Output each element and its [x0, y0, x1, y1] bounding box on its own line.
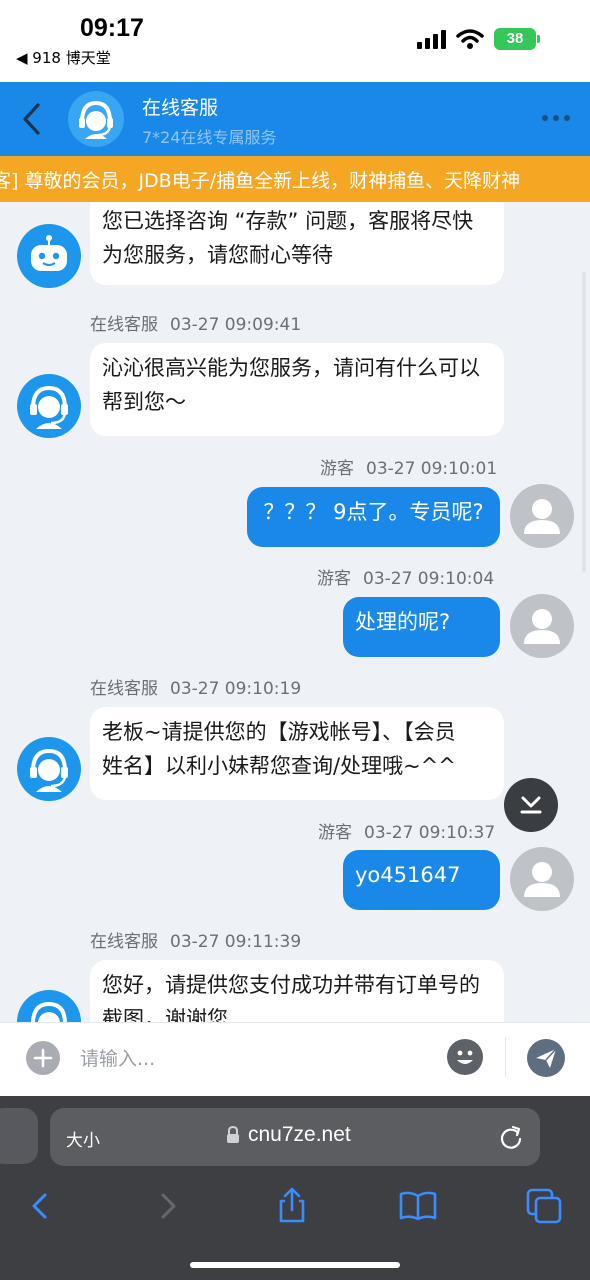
message-text: 姓名】以利小妹帮您查询/处理哦~^^ — [102, 754, 456, 778]
announcement-marquee[interactable]: 客] 尊敬的会员，JDB电子/捕鱼全新上线，财神捕鱼、天降财神 — [0, 156, 590, 202]
plus-icon — [33, 1048, 53, 1068]
message-text: 为您服务，请您耐心等待 — [102, 243, 333, 267]
agent-headset-icon — [30, 748, 68, 792]
url-display: cnu7ze.net — [226, 1123, 351, 1147]
message-meta: 游客 03-27 09:10:04 — [317, 564, 494, 589]
message-text: ？？？ 9点了。专员呢? — [263, 500, 484, 524]
browser-back-icon[interactable] — [20, 1186, 60, 1226]
message-meta: 在线客服 03-27 09:10:19 — [90, 674, 301, 699]
browser-toolbar — [0, 1180, 590, 1240]
smiley-face — [457, 1050, 473, 1064]
message-text: 处理的呢? — [355, 610, 451, 634]
home-indicator[interactable] — [190, 1262, 400, 1268]
message-bubble-incoming: 老板~请提供您的【游戏帐号】、【会员 姓名】以利小妹帮您查询/处理哦~^^ — [90, 707, 504, 800]
message-text: 截图，谢谢您 — [102, 1007, 228, 1022]
url-text: cnu7ze.net — [248, 1123, 351, 1146]
lock-icon — [227, 1126, 239, 1143]
chat-header: 在线客服 7*24在线专属服务 — [0, 82, 590, 156]
address-bar[interactable]: 大小 cnu7ze.net — [50, 1108, 540, 1166]
message-text: 您已选择咨询 “存款” 问题，客服将尽快 — [102, 209, 474, 233]
text-size-button[interactable]: 大小 — [66, 1126, 100, 1151]
battery-icon: 38 — [494, 28, 540, 50]
message-time: 03-27 09:10:37 — [364, 823, 496, 843]
sender-name: 在线客服 — [90, 932, 158, 952]
message-text: 沁沁很高兴能为您服务，请问有什么可以 — [102, 356, 480, 380]
sender-name: 在线客服 — [90, 315, 158, 335]
scroll-down-button[interactable] — [504, 778, 558, 832]
agent-avatar — [17, 990, 81, 1022]
send-icon — [536, 1048, 557, 1068]
message-input-bar — [0, 1022, 590, 1096]
wifi-icon — [456, 29, 484, 49]
message-meta: 在线客服 03-27 09:09:41 — [90, 310, 301, 335]
message-bubble-incoming: 您已选择咨询 “存款” 问题，客服将尽快 为您服务，请您耐心等待 — [90, 202, 504, 285]
status-icons: 38 — [417, 28, 540, 50]
sender-name: 游客 — [318, 823, 352, 843]
user-icon — [524, 862, 560, 897]
message-time: 03-27 09:11:39 — [170, 932, 302, 952]
message-time: 03-27 09:09:41 — [170, 315, 302, 335]
agent-headset-icon — [79, 100, 113, 139]
sender-name: 在线客服 — [90, 679, 158, 699]
agent-avatar — [17, 737, 81, 801]
agent-headset-icon — [31, 1001, 67, 1022]
battery-level: 38 — [494, 28, 536, 50]
robot-icon — [31, 235, 67, 271]
book-icon[interactable] — [398, 1186, 438, 1226]
message-bubble-outgoing: yo451647 — [343, 850, 500, 910]
message-text: 老板~请提供您的【游戏帐号】、【会员 — [102, 720, 456, 744]
agent-headset-icon — [30, 385, 68, 429]
message-meta: 游客 03-27 09:10:37 — [318, 818, 495, 843]
sender-name: 游客 — [320, 459, 354, 479]
chat-title: 在线客服 — [142, 97, 219, 119]
tabs-icon[interactable] — [524, 1186, 564, 1226]
message-input[interactable] — [80, 1039, 430, 1079]
message-text: yo451647 — [355, 863, 461, 887]
message-bubble-incoming: 沁沁很高兴能为您服务，请问有什么可以 帮到您～ — [90, 343, 504, 436]
user-avatar — [510, 594, 574, 658]
divider — [505, 1037, 506, 1077]
status-bar: 09:17 ◀ 918 博天堂 38 — [0, 0, 590, 82]
user-avatar — [510, 847, 574, 911]
chat-subtitle: 7*24在线专属服务 — [142, 128, 277, 147]
message-time: 03-27 09:10:04 — [363, 569, 495, 589]
plus-circle-icon[interactable] — [26, 1041, 60, 1075]
user-icon — [524, 609, 560, 644]
send-button[interactable] — [527, 1039, 565, 1077]
previous-tab-preview[interactable] — [0, 1108, 38, 1164]
message-bubble-outgoing: ？？？ 9点了。专员呢? — [247, 487, 500, 547]
message-text: 您好，请提供您支付成功并带有订单号的 — [102, 973, 480, 997]
scroll-down-icon — [520, 796, 542, 814]
announcement-text: 客] 尊敬的会员，JDB电子/捕鱼全新上线，财神捕鱼、天降财神 — [0, 170, 521, 192]
message-time: 03-27 09:10:01 — [366, 459, 498, 479]
sender-name: 游客 — [317, 569, 351, 589]
cellular-signal-icon — [417, 29, 446, 49]
agent-avatar — [17, 374, 81, 438]
scrollbar[interactable] — [582, 272, 586, 572]
message-bubble-incoming: 您好，请提供您支付成功并带有订单号的 截图，谢谢您 — [90, 960, 504, 1022]
message-time: 03-27 09:10:19 — [170, 679, 302, 699]
support-avatar — [68, 91, 124, 147]
browser-forward-icon[interactable] — [148, 1186, 188, 1226]
chat-message-list[interactable]: 您已选择咨询 “存款” 问题，客服将尽快 为您服务，请您耐心等待 在线客服 03-… — [0, 202, 590, 1022]
user-icon — [524, 499, 560, 534]
back-to-app-link[interactable]: ◀ 918 博天堂 — [16, 47, 111, 68]
share-icon[interactable] — [272, 1186, 312, 1226]
message-meta: 在线客服 03-27 09:11:39 — [90, 927, 301, 952]
status-time: 09:17 — [80, 14, 144, 42]
emoji-icon[interactable] — [447, 1039, 483, 1075]
message-bubble-outgoing: 处理的呢? — [343, 597, 500, 657]
more-dots-icon[interactable] — [542, 108, 578, 128]
chevron-left-icon[interactable] — [16, 100, 48, 138]
message-meta: 游客 03-27 09:10:01 — [320, 454, 497, 479]
user-avatar — [510, 484, 574, 548]
message-text: 帮到您～ — [102, 390, 186, 414]
bot-avatar — [17, 224, 81, 288]
reload-icon[interactable] — [498, 1124, 524, 1150]
browser-chrome: 大小 cnu7ze.net — [0, 1096, 590, 1280]
